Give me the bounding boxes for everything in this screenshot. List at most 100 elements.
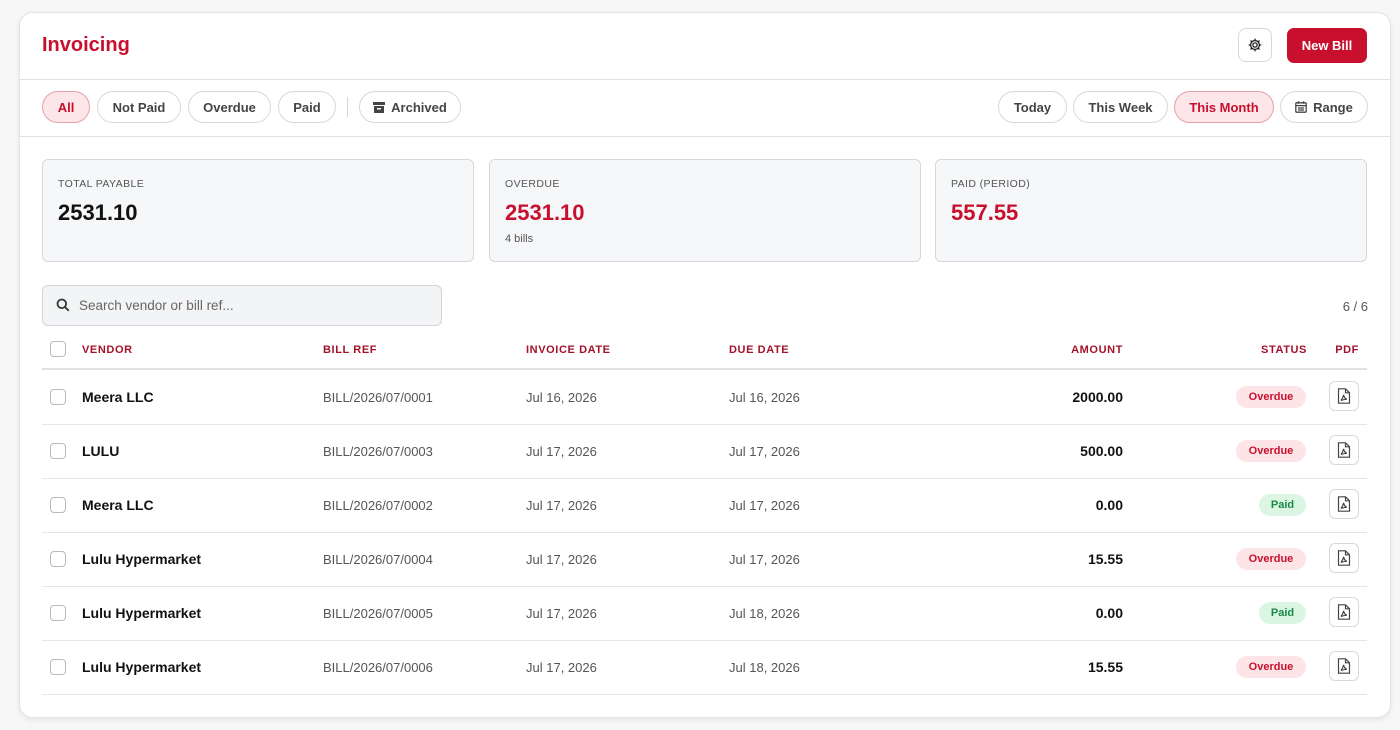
row-checkbox[interactable] bbox=[50, 605, 66, 621]
status-badge: Overdue bbox=[1236, 656, 1306, 678]
pdf-button[interactable] bbox=[1329, 435, 1359, 465]
stat-label: OVERDUE bbox=[505, 178, 560, 190]
period-today[interactable]: Today bbox=[998, 91, 1067, 123]
filter-all[interactable]: All bbox=[42, 91, 90, 123]
amount: 15.55 bbox=[1087, 551, 1123, 567]
invoice-date: Jul 17, 2026 bbox=[526, 659, 597, 675]
pdf-button[interactable] bbox=[1329, 651, 1359, 681]
filter-bar: All Not Paid Overdue Paid Archived Today… bbox=[20, 79, 1390, 137]
table-row[interactable]: LULU BILL/2026/07/0003 Jul 17, 2026 Jul 17,… bbox=[42, 424, 1367, 479]
pdf-icon bbox=[1337, 442, 1351, 458]
column-header-bill-ref[interactable]: BILL REF bbox=[323, 344, 377, 356]
amount: 0.00 bbox=[1095, 497, 1123, 513]
stat-paid-period: PAID (PERIOD) 557.55 bbox=[935, 159, 1367, 262]
invoice-date: Jul 17, 2026 bbox=[526, 551, 597, 567]
row-checkbox[interactable] bbox=[50, 497, 66, 513]
due-date: Jul 18, 2026 bbox=[729, 659, 800, 675]
vendor-name: Lulu Hypermarket bbox=[82, 605, 202, 621]
row-checkbox[interactable] bbox=[50, 443, 66, 459]
stat-sub: 4 bills bbox=[505, 233, 534, 245]
pdf-icon bbox=[1337, 496, 1351, 512]
period-this-month[interactable]: This Month bbox=[1174, 91, 1274, 123]
invoicing-panel: Invoicing New Bill All Not Paid Overdue … bbox=[19, 12, 1391, 718]
stat-value: 557.55 bbox=[951, 200, 1019, 225]
range-label: Range bbox=[1313, 99, 1353, 115]
vendor-name: Meera LLC bbox=[82, 389, 154, 405]
result-count: 6 / 6 bbox=[1342, 299, 1368, 314]
status-badge: Overdue bbox=[1236, 440, 1306, 462]
table-row[interactable]: Lulu Hypermarket BILL/2026/07/0005 Jul 17,… bbox=[42, 586, 1367, 641]
row-checkbox[interactable] bbox=[50, 551, 66, 567]
stat-overdue: OVERDUE 2531.10 4 bills bbox=[489, 159, 921, 262]
calendar-icon bbox=[1295, 101, 1307, 113]
invoice-date: Jul 17, 2026 bbox=[526, 497, 597, 513]
pdf-button[interactable] bbox=[1329, 597, 1359, 627]
status-badge: Overdue bbox=[1236, 548, 1306, 570]
bill-ref: BILL/2026/07/0006 bbox=[323, 659, 433, 675]
bill-ref: BILL/2026/07/0002 bbox=[323, 497, 433, 513]
table-row[interactable]: Lulu Hypermarket BILL/2026/07/0004 Jul 17,… bbox=[42, 532, 1367, 587]
amount: 0.00 bbox=[1095, 605, 1123, 621]
pdf-icon bbox=[1337, 658, 1351, 674]
row-checkbox[interactable] bbox=[50, 389, 66, 405]
filter-overdue[interactable]: Overdue bbox=[188, 91, 271, 123]
gear-icon bbox=[1248, 38, 1262, 52]
pdf-icon bbox=[1337, 604, 1351, 620]
due-date: Jul 17, 2026 bbox=[729, 497, 800, 513]
select-all-checkbox[interactable] bbox=[50, 341, 66, 357]
page-title: Invoicing bbox=[42, 34, 130, 56]
table-row[interactable]: Meera LLC BILL/2026/07/0002 Jul 17, 2026 Ju… bbox=[42, 478, 1367, 533]
vendor-name: Lulu Hypermarket bbox=[82, 659, 202, 675]
amount: 500.00 bbox=[1080, 443, 1123, 459]
stat-total-payable: TOTAL PAYABLE 2531.10 bbox=[42, 159, 474, 262]
filter-divider bbox=[347, 97, 348, 117]
table-row[interactable]: Lulu Hypermarket BILL/2026/07/0006 Jul 17,… bbox=[42, 640, 1367, 695]
period-range[interactable]: Range bbox=[1280, 91, 1368, 123]
stat-value: 2531.10 bbox=[505, 200, 585, 225]
due-date: Jul 17, 2026 bbox=[729, 443, 800, 459]
pdf-button[interactable] bbox=[1329, 381, 1359, 411]
archived-label: Archived bbox=[391, 99, 447, 115]
column-header-due-date[interactable]: DUE DATE bbox=[729, 344, 789, 356]
status-badge: Paid bbox=[1259, 494, 1306, 516]
vendor-name: LULU bbox=[82, 443, 120, 459]
column-header-invoice-date[interactable]: INVOICE DATE bbox=[526, 344, 611, 356]
period-this-week[interactable]: This Week bbox=[1073, 91, 1168, 123]
column-header-pdf: PDF bbox=[1335, 344, 1359, 356]
amount: 15.55 bbox=[1087, 659, 1123, 675]
invoice-date: Jul 17, 2026 bbox=[526, 605, 597, 621]
due-date: Jul 16, 2026 bbox=[729, 389, 800, 405]
search-icon bbox=[56, 298, 70, 312]
vendor-name: Meera LLC bbox=[82, 497, 154, 513]
new-bill-button[interactable]: New Bill bbox=[1287, 28, 1367, 63]
bill-ref: BILL/2026/07/0001 bbox=[323, 389, 433, 405]
stat-label: PAID (PERIOD) bbox=[951, 178, 1031, 190]
filter-archived[interactable]: Archived bbox=[359, 91, 461, 123]
column-header-amount[interactable]: AMOUNT bbox=[1071, 344, 1123, 356]
filter-paid[interactable]: Paid bbox=[278, 91, 336, 123]
column-header-status[interactable]: STATUS bbox=[1261, 344, 1307, 356]
column-header-vendor[interactable]: VENDOR bbox=[82, 344, 133, 356]
bill-ref: BILL/2026/07/0003 bbox=[323, 443, 433, 459]
pdf-button[interactable] bbox=[1329, 489, 1359, 519]
pdf-icon bbox=[1337, 550, 1351, 566]
pdf-icon bbox=[1337, 388, 1351, 404]
status-badge: Overdue bbox=[1236, 386, 1306, 408]
header: Invoicing New Bill bbox=[20, 13, 1390, 80]
bill-ref: BILL/2026/07/0005 bbox=[323, 605, 433, 621]
pdf-button[interactable] bbox=[1329, 543, 1359, 573]
archive-icon bbox=[373, 101, 386, 113]
status-badge: Paid bbox=[1259, 602, 1306, 624]
invoice-date: Jul 16, 2026 bbox=[526, 389, 597, 405]
row-checkbox[interactable] bbox=[50, 659, 66, 675]
filter-not-paid[interactable]: Not Paid bbox=[97, 91, 181, 123]
due-date: Jul 17, 2026 bbox=[729, 551, 800, 567]
amount: 2000.00 bbox=[1072, 389, 1123, 405]
search-box bbox=[42, 285, 442, 326]
search-input[interactable] bbox=[79, 286, 429, 325]
settings-button[interactable] bbox=[1238, 28, 1272, 62]
vendor-name: Lulu Hypermarket bbox=[82, 551, 202, 567]
table-row[interactable]: Meera LLC BILL/2026/07/0001 Jul 16, 2026 Ju… bbox=[42, 370, 1367, 425]
stat-value: 2531.10 bbox=[58, 200, 138, 225]
due-date: Jul 18, 2026 bbox=[729, 605, 800, 621]
